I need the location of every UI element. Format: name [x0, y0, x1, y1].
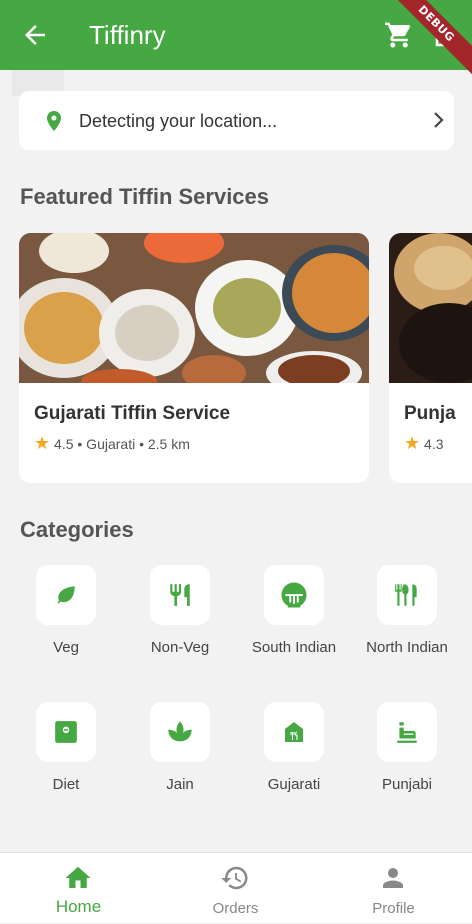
- category-label: Gujarati: [267, 776, 321, 793]
- back-arrow-icon[interactable]: [20, 20, 50, 50]
- category-diet[interactable]: Diet: [16, 702, 116, 793]
- tiffin-name: Punja: [404, 403, 456, 424]
- tiffin-name: Gujarati Tiffin Service: [34, 403, 231, 424]
- category-non-veg[interactable]: Non-Veg: [130, 565, 230, 656]
- category-punjabi[interactable]: Punjabi: [357, 702, 457, 793]
- person-icon: [383, 868, 403, 888]
- tiffin-meta-text: 4.3: [424, 436, 444, 452]
- diet-icon: [55, 721, 77, 743]
- category-north-indian[interactable]: North Indian: [357, 565, 457, 656]
- nav-orders[interactable]: Orders: [157, 853, 314, 924]
- nav-label: Home: [55, 897, 102, 916]
- category-label: Veg: [53, 639, 79, 656]
- category-label: Non-Veg: [150, 639, 210, 656]
- app-bar: Tiffinry DEBUG: [0, 0, 472, 81]
- app-title: Tiffinry: [89, 20, 166, 50]
- food-image: [19, 233, 369, 383]
- category-label: Diet: [52, 776, 80, 793]
- cart-icon[interactable]: [384, 20, 414, 50]
- leaf-icon: [57, 586, 75, 604]
- tandoor-icon: [397, 722, 417, 743]
- bottom-nav: Home Orders Profile: [0, 852, 472, 923]
- nav-label: Orders: [212, 900, 259, 917]
- category-label: North Indian: [366, 639, 448, 656]
- category-label: South Indian: [251, 639, 337, 656]
- category-gujarati[interactable]: Gujarati: [244, 702, 344, 793]
- food-image: [389, 233, 472, 383]
- chevron-right-icon: [434, 112, 444, 128]
- tiffin-meta-text: 4.5 • Gujarati • 2.5 km: [54, 436, 190, 452]
- category-label: Jain: [166, 776, 194, 793]
- history-icon: [221, 866, 248, 890]
- dining-icon: [395, 584, 417, 606]
- house-food-icon: [285, 722, 303, 742]
- restaurant-icon: [170, 584, 190, 606]
- location-pin-icon: [47, 111, 61, 131]
- category-jain[interactable]: Jain: [130, 702, 230, 793]
- nav-home[interactable]: Home: [0, 853, 157, 924]
- tiffin-meta: ★ 4.5 • Gujarati • 2.5 km: [34, 433, 190, 454]
- tiffin-card[interactable]: Gujarati Tiffin Service ★ 4.5 • Gujarati…: [19, 233, 369, 483]
- categories-heading: Categories: [20, 517, 134, 542]
- location-bar[interactable]: Detecting your location...: [19, 91, 454, 150]
- nav-label: Profile: [372, 900, 415, 917]
- star-icon: ★: [404, 433, 421, 453]
- category-veg[interactable]: Veg: [16, 565, 116, 656]
- category-label: Punjabi: [381, 776, 433, 793]
- star-icon: ★: [34, 433, 51, 453]
- rice-bowl-icon: [281, 582, 307, 608]
- tiffin-card[interactable]: Punja ★ 4.3: [389, 233, 472, 483]
- location-text: Detecting your location...: [79, 111, 278, 131]
- tiffin-meta: ★ 4.3: [404, 433, 444, 454]
- nav-profile[interactable]: Profile: [315, 853, 472, 924]
- spa-icon: [168, 721, 192, 742]
- home-icon: [65, 866, 91, 888]
- category-south-indian[interactable]: South Indian: [244, 565, 344, 656]
- featured-heading: Featured Tiffin Services: [20, 184, 270, 209]
